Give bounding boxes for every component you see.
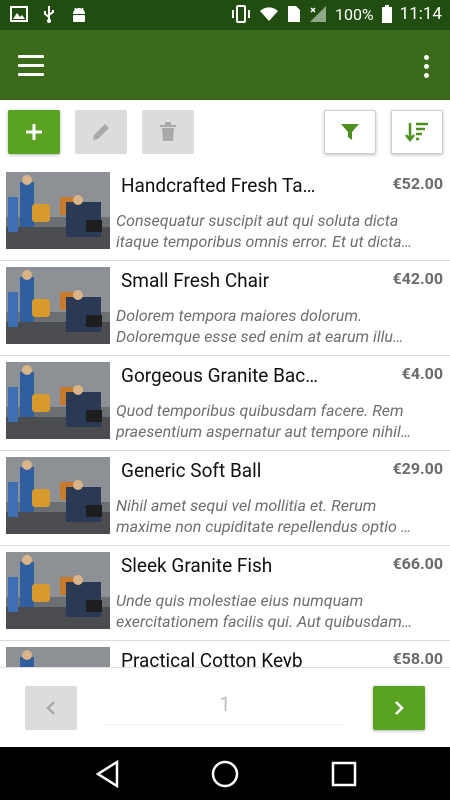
product-description: Nihil amet sequi vel mollitia et. Rerum … <box>116 495 444 537</box>
add-button[interactable] <box>8 110 60 154</box>
product-description-line: Nihil amet sequi vel mollitia et. Rerum <box>116 496 377 515</box>
plus-icon <box>26 124 42 140</box>
next-page-button[interactable] <box>373 686 425 730</box>
action-toolbar <box>0 100 450 166</box>
trash-icon <box>160 122 176 141</box>
list-item[interactable]: Generic Soft Ball €29.00 Nihil amet sequ… <box>0 451 450 546</box>
delete-button[interactable] <box>142 110 194 154</box>
product-price: €42.00 <box>392 269 443 288</box>
page-number: 1 <box>105 692 345 725</box>
usb-icon <box>44 6 54 23</box>
product-price: €4.00 <box>401 364 443 383</box>
hamburger-menu-icon[interactable] <box>18 48 54 82</box>
product-description: Consequatur suscipit aut qui soluta dict… <box>116 210 444 252</box>
product-title: Sleek Granite Fish <box>121 554 273 577</box>
product-list: Handcrafted Fresh Ta… €52.00 Consequatur… <box>0 166 450 667</box>
image-notification-icon <box>10 6 28 22</box>
app-bar <box>0 30 450 100</box>
product-thumbnail <box>6 172 110 249</box>
product-title: Generic Soft Ball <box>121 459 262 482</box>
product-thumbnail <box>6 457 110 534</box>
product-price: €58.00 <box>392 649 443 667</box>
pagination-bar: 1 <box>0 667 450 748</box>
chevron-right-icon <box>395 701 404 715</box>
product-title: Small Fresh Chair <box>121 269 270 292</box>
vibrate-icon <box>231 5 250 23</box>
product-description-line: Doloremque esse sed enim at earum illu… <box>116 327 404 346</box>
cell-signal-icon <box>309 6 326 22</box>
battery-percent: 100% <box>334 4 374 24</box>
recents-square-icon <box>331 761 357 787</box>
list-item[interactable]: Sleek Granite Fish €66.00 Unde quis mole… <box>0 546 450 641</box>
product-price: €29.00 <box>392 459 443 478</box>
product-description-line: praesentium aspernatur aut tempore nihil… <box>116 422 412 441</box>
product-thumbnail <box>6 267 110 344</box>
more-options-icon[interactable] <box>416 50 436 82</box>
chevron-left-icon <box>46 701 55 715</box>
back-nav-button[interactable] <box>90 757 126 791</box>
product-description-line: Unde quis molestiae eius numquam <box>116 591 364 610</box>
product-description-line: exercitationem facilis qui. Aut quibusda… <box>116 612 413 631</box>
product-description: Unde quis molestiae eius numquam exercit… <box>116 590 444 632</box>
previous-page-button[interactable] <box>25 686 77 730</box>
list-item[interactable]: Practical Cotton Keyb €58.00 <box>0 641 450 667</box>
back-triangle-icon <box>95 760 119 788</box>
wifi-icon <box>259 7 278 21</box>
product-description: Quod temporibus quibusdam facere. Rem pr… <box>116 400 444 442</box>
product-title: Gorgeous Granite Bac… <box>121 364 318 387</box>
list-item[interactable]: Small Fresh Chair €42.00 Dolorem tempora… <box>0 261 450 356</box>
sort-button[interactable] <box>391 110 443 154</box>
product-title: Practical Cotton Keyb <box>121 649 303 667</box>
status-bar: 100% 11:14 <box>0 0 450 30</box>
product-thumbnail <box>6 552 110 629</box>
product-description: Dolorem tempora maiores dolorum. Dolorem… <box>116 305 444 347</box>
product-description-line: Consequatur suscipit aut qui soluta dict… <box>116 211 399 230</box>
product-description-line: maxime non cupiditate repellendus optio … <box>116 517 412 536</box>
edit-button[interactable] <box>75 110 127 154</box>
android-debug-icon <box>73 7 85 22</box>
clock: 11:14 <box>399 4 442 24</box>
system-navigation-bar <box>0 747 450 800</box>
product-title: Handcrafted Fresh Ta… <box>121 174 316 197</box>
product-description-line: Dolorem tempora maiores dolorum. <box>116 306 363 325</box>
recents-nav-button[interactable] <box>326 757 362 791</box>
home-circle-icon <box>211 760 239 788</box>
sort-icon <box>405 122 428 143</box>
product-description-line: Quod temporibus quibusdam facere. Rem <box>116 401 404 420</box>
pencil-icon <box>93 124 109 140</box>
product-thumbnail <box>6 362 110 439</box>
product-price: €66.00 <box>392 554 443 573</box>
filter-icon <box>341 124 359 140</box>
sim-card-icon <box>287 6 300 22</box>
product-price: €52.00 <box>392 174 443 193</box>
product-description-line: itaque temporibus omnis error. Et ut dic… <box>116 232 413 251</box>
filter-button[interactable] <box>324 110 376 154</box>
home-nav-button[interactable] <box>207 757 243 791</box>
list-item[interactable]: Gorgeous Granite Bac… €4.00 Quod tempori… <box>0 356 450 451</box>
list-item[interactable]: Handcrafted Fresh Ta… €52.00 Consequatur… <box>0 166 450 261</box>
product-thumbnail <box>6 647 110 667</box>
battery-icon <box>381 5 392 23</box>
